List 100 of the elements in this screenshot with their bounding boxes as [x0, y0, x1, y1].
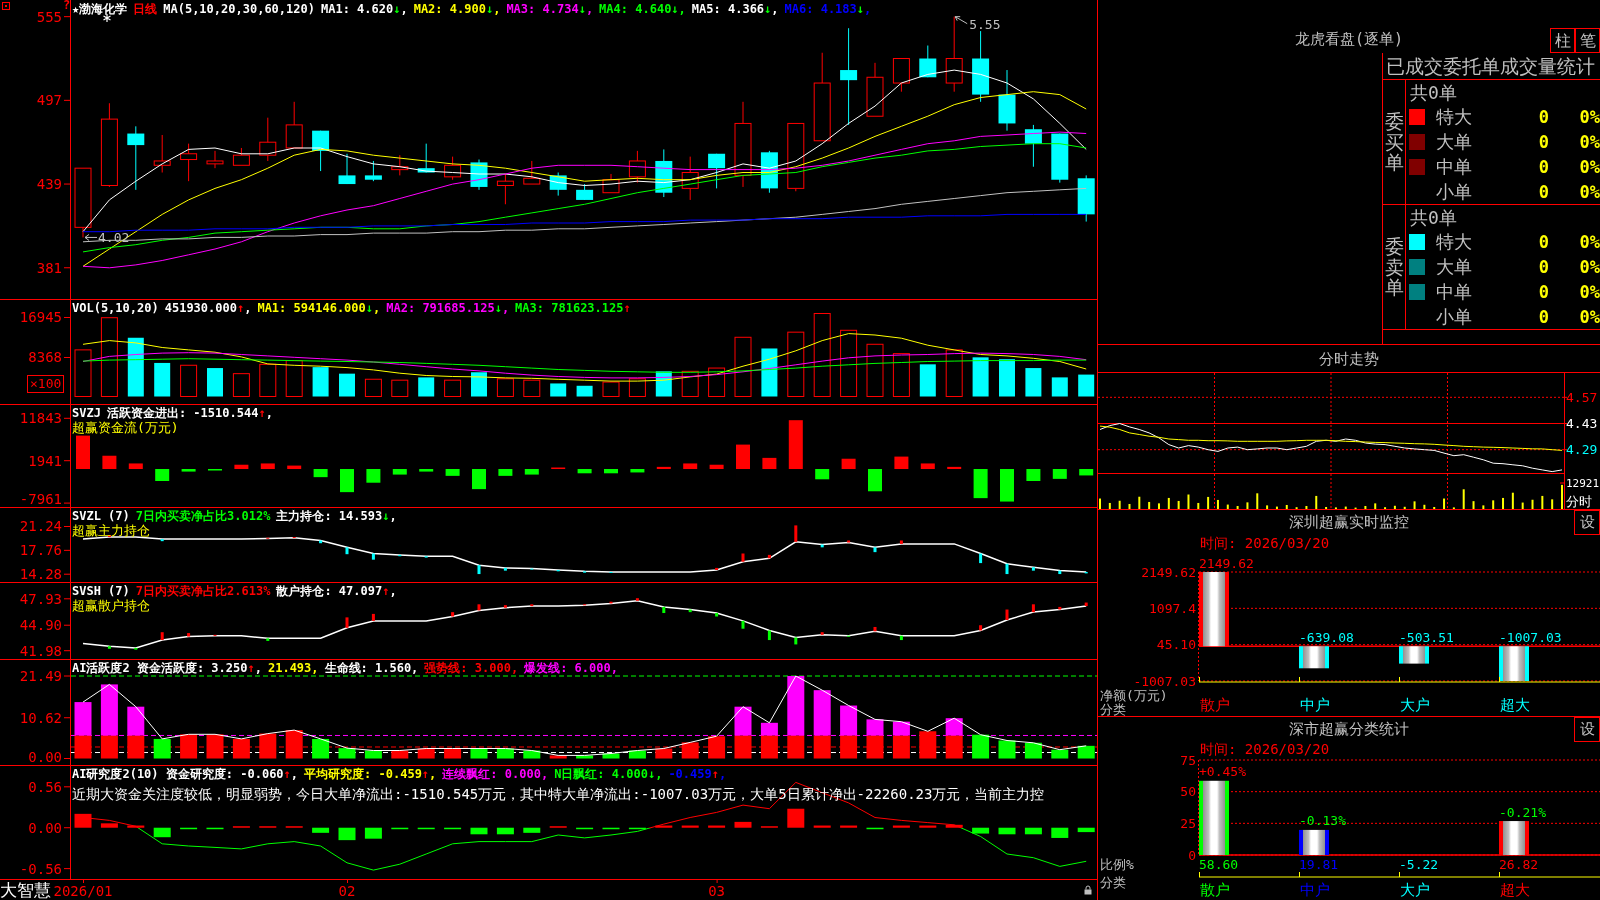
indicator-text: 7日内买卖净占比2.613% [135, 584, 271, 599]
category-label: 超大 [1500, 881, 1530, 899]
category-label: 大户 [1400, 881, 1430, 899]
order-size-label: 大单 [1436, 256, 1473, 279]
axis-label: 497 [36, 92, 62, 109]
order-share: 0% [1578, 131, 1600, 154]
category-label: 大户 [1400, 696, 1430, 714]
order-share: 0% [1578, 106, 1600, 129]
group-label: 委买单 [1384, 110, 1404, 174]
axis-title: 分类 [1100, 701, 1126, 716]
panel-title: 深市超赢分类统计 [1289, 719, 1409, 740]
category-label: 中户 [1300, 696, 1330, 714]
group-label: 委卖单 [1384, 235, 1404, 299]
indicator-subtitle: 超赢资金流(万元) [72, 421, 179, 435]
axis-title: 分类 [1100, 874, 1126, 890]
axis-label: 47.93 [19, 590, 62, 607]
order-size-label: 大单 [1436, 131, 1473, 154]
indicator-text: 主力持仓: 14.593↓, [276, 509, 397, 524]
table-title: 已成交委托单成交量统计 [1383, 53, 1600, 80]
order-count: 0 [1537, 256, 1549, 279]
order-count: 0 [1537, 131, 1549, 154]
axis-label: 45.10 [1156, 637, 1196, 653]
order-size-label: 小单 [1436, 305, 1473, 328]
indicator-text: -0.459↑, [668, 767, 727, 782]
order-share: 0% [1578, 280, 1600, 303]
axis-label: 21.24 [19, 518, 62, 535]
indicator-text: 爆发线: 6.000, [524, 661, 618, 676]
axis-label: 4.29 [1566, 442, 1598, 458]
panel-title: 龙虎看盘(逐单) [1294, 31, 1404, 47]
indicator-text: MA1: 4.620↓, [320, 2, 408, 17]
date-label: 03 [708, 883, 726, 899]
axis-label: 10.62 [19, 709, 62, 726]
order-share: 0% [1578, 155, 1600, 178]
indicator-text: MA6: 4.183↓, [784, 2, 872, 17]
order-size-label: 小单 [1436, 180, 1473, 203]
axis-label: 14.28 [19, 566, 62, 582]
axis-label: 41.98 [19, 642, 62, 659]
axis-label: 75 [1180, 752, 1196, 768]
order-total: 共0单 [1409, 81, 1457, 105]
timestamp-text: 时间: 2026/03/20 [1200, 535, 1330, 551]
indicator-text: AI活跃度2 资金活跃度: 3.250↑, [72, 661, 262, 676]
indicator-subtitle: 超赢主力持仓 [72, 524, 150, 538]
indicator-text: VOL(5,10,20) [72, 301, 159, 316]
order-count: 0 [1537, 180, 1549, 203]
indicator-text: 连续飘红: 0.000, [442, 767, 549, 782]
price-annotation: 5.55 [969, 17, 1001, 33]
indicator-text: MA2: 4.900↓, [413, 2, 501, 17]
panel-title: 深圳超赢实时监控 [1289, 512, 1409, 533]
axis-label: 21.49 [19, 668, 62, 684]
unit-label: ×100 [27, 375, 65, 393]
axis-label: 17.76 [19, 542, 62, 559]
indicator-text: SVSH (7) [72, 584, 130, 599]
indicator-text: 生命线: 1.560, [324, 661, 419, 676]
indicator-text: AI研究度2(10) 资金研究度: -0.060↑, [72, 767, 299, 782]
value-label: -5.22 [1399, 856, 1439, 872]
value-label: 26.82 [1499, 856, 1539, 872]
order-share: 0% [1578, 231, 1600, 254]
order-share: 0% [1578, 305, 1600, 328]
axis-label: 4.43 [1566, 416, 1598, 431]
indicator-text: 强势线: 3.000, [424, 661, 519, 676]
order-share: 0% [1578, 256, 1600, 279]
indicator-text: N日飘红: 4.000↓, [554, 767, 663, 782]
panel-title: 分时走势 [1319, 349, 1379, 368]
order-size-label: 中单 [1436, 280, 1473, 303]
axis-title: 净额(万元) [1100, 687, 1168, 703]
value-label: -1007.03 [1499, 629, 1562, 645]
indicator-text: ★渤海化学 [72, 2, 128, 17]
axis-label: 555 [36, 8, 62, 25]
axis-title: 分时 [1566, 493, 1592, 509]
axis-label: 4.57 [1566, 389, 1598, 405]
change-label: -0.21% [1499, 804, 1546, 820]
change-label: -0.13% [1299, 813, 1346, 829]
app-logo: 大智慧 [0, 880, 51, 900]
indicator-subtitle: 超赢散户持仓 [72, 599, 150, 613]
axis-label: -0.56 [19, 860, 62, 877]
indicator-text: MA2: 791685.125↓, [386, 301, 510, 316]
category-label: 散户 [1200, 696, 1230, 714]
value-label: 58.60 [1199, 856, 1239, 872]
axis-label: 25 [1180, 815, 1196, 831]
indicator-text: SVZJ [72, 406, 101, 421]
order-count: 0 [1537, 305, 1549, 328]
order-size-label: 中单 [1436, 155, 1473, 178]
axis-label: -7961 [19, 491, 62, 507]
indicator-text: 21.493, [267, 661, 319, 676]
order-size-label: 特大 [1436, 106, 1473, 129]
order-total: 共0单 [1409, 206, 1457, 230]
category-label: 中户 [1300, 881, 1330, 899]
axis-label: 381 [36, 259, 62, 276]
order-count: 0 [1537, 155, 1549, 178]
order-count: 0 [1537, 106, 1549, 129]
indicator-text: 活跃资金进出: -1510.544↑, [106, 406, 273, 421]
axis-label: 12921 [1566, 476, 1600, 490]
axis-label: 11843 [19, 410, 62, 427]
axis-label: 50 [1180, 784, 1196, 800]
indicator-text: MA5: 4.366↓, [691, 2, 779, 17]
indicator-text: 7日内买卖净占比3.012% [135, 509, 271, 524]
axis-label: 439 [36, 176, 62, 193]
indicator-text: MA3: 781623.125↑ [515, 301, 631, 316]
value-label: 2149.62 [1199, 555, 1254, 571]
change-label: +0.45% [1199, 764, 1246, 780]
